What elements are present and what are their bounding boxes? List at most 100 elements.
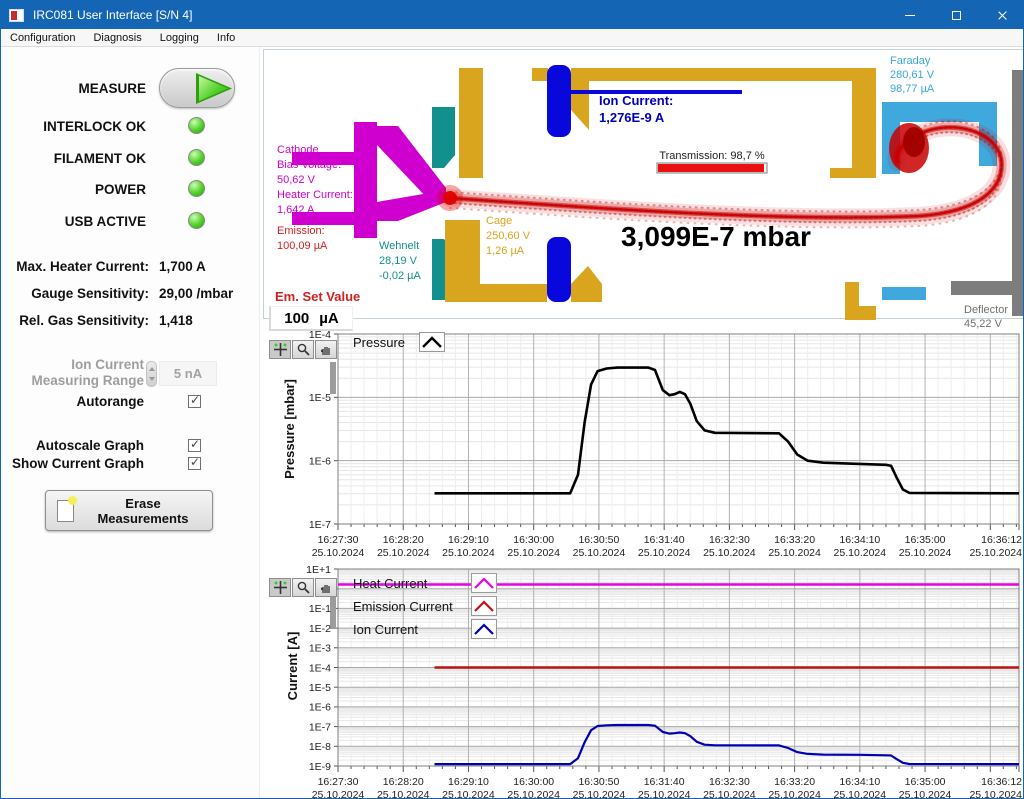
maximize-button[interactable] (933, 1, 979, 29)
control-panel: MEASURE INTERLOCK OK FILAMENT OK POWER U… (1, 47, 260, 799)
x-tick-time: 16:29:10 (448, 776, 489, 788)
pan-tool-button[interactable] (315, 340, 337, 359)
menu-bar: Configuration Diagnosis Logging Info (1, 29, 1024, 47)
range-spinner[interactable] (146, 361, 157, 387)
faraday-lower-bar (882, 287, 926, 300)
x-tick-time: 16:30:50 (578, 776, 619, 788)
current-axis-label: Current [A] (285, 586, 301, 746)
wehnelt-label: Wehnelt (379, 240, 419, 252)
menu-info[interactable]: Info (208, 30, 244, 46)
range-value[interactable]: 5 nA (159, 361, 217, 386)
x-tick-date: 25.10.2024 (834, 547, 887, 559)
ion-current-legend: Ion Current (353, 619, 497, 639)
max-heater-value: 1,700 A (159, 259, 206, 274)
gauge-sensitivity-label: Gauge Sensitivity: (1, 286, 149, 301)
x-tick-date: 25.10.2024 (969, 547, 1022, 559)
x-tick-time: 16:35:00 (905, 776, 946, 788)
x-tick-time: 16:29:10 (448, 534, 489, 546)
x-tick-date: 25.10.2024 (442, 789, 495, 799)
deflector-arm (951, 281, 1014, 295)
menu-configuration[interactable]: Configuration (1, 30, 84, 46)
transmission-bar-fill (658, 164, 764, 172)
range-label: Ion Current Measuring Range (1, 357, 144, 389)
x-tick-date: 25.10.2024 (442, 547, 495, 559)
usb-led (188, 212, 205, 229)
interlock-led (188, 117, 205, 134)
x-tick-time: 16:31:40 (644, 534, 685, 546)
y-tick-label: 1E-5 (309, 682, 331, 694)
measure-label: MEASURE (1, 81, 146, 96)
autorange-checkbox[interactable] (188, 395, 201, 408)
extractor-electrode-top (547, 65, 571, 137)
faraday-label: Faraday (890, 55, 931, 67)
pressure-graph-tools (269, 340, 337, 359)
pressure-legend-label: Pressure (353, 335, 405, 350)
svg-text:280,61 V: 280,61 V (890, 69, 935, 81)
svg-text:98,77 µA: 98,77 µA (890, 83, 935, 95)
cursor-tool-button[interactable] (269, 578, 291, 597)
transmission-label: Transmission: 98,7 % (659, 150, 765, 162)
y-tick-label: 1E-9 (309, 761, 331, 773)
x-tick-time: 16:28:20 (383, 534, 424, 546)
autoscale-checkbox[interactable] (188, 439, 201, 452)
heat-current-legend: Heat Current (353, 573, 497, 593)
y-tick-label: 1E-1 (309, 603, 331, 615)
pan-tool-button[interactable] (315, 578, 337, 597)
erase-measurements-button[interactable]: Erase Measurements (45, 490, 213, 531)
measure-toggle[interactable] (159, 68, 235, 108)
y-tick-label: 1E-6 (309, 702, 331, 714)
svg-text:1,642 A: 1,642 A (277, 204, 315, 216)
max-heater-label: Max. Heater Current: (1, 259, 149, 274)
ion-current-label: Ion Current: (599, 93, 673, 108)
y-tick-label: 1E-4 (309, 662, 331, 674)
y-tick-label: 1E-3 (309, 643, 331, 655)
svg-text:Bias Voltage:: Bias Voltage: (277, 159, 341, 171)
minimize-button[interactable] (887, 1, 933, 29)
y-tick-label: 1E-7 (309, 721, 331, 733)
x-tick-date: 25.10.2024 (899, 547, 952, 559)
x-tick-date: 25.10.2024 (703, 789, 756, 799)
zoom-tool-button[interactable] (292, 578, 314, 597)
cursor-tool-button[interactable] (269, 340, 291, 359)
current-graph-tools (269, 578, 337, 597)
x-tick-date: 25.10.2024 (507, 547, 560, 559)
x-tick-time: 16:36:12 (981, 776, 1022, 788)
x-tick-date: 25.10.2024 (573, 789, 626, 799)
svg-text:Heater Current:: Heater Current: (277, 189, 353, 201)
zoom-tool-button[interactable] (292, 340, 314, 359)
extractor-electrode-bottom (547, 237, 571, 302)
close-button[interactable] (979, 1, 1024, 29)
menu-logging[interactable]: Logging (151, 30, 208, 46)
cathode-electrode (292, 122, 446, 238)
x-tick-date: 25.10.2024 (768, 789, 821, 799)
window-title: IRC081 User Interface [S/N 4] (33, 8, 192, 22)
x-tick-date: 25.10.2024 (703, 547, 756, 559)
x-tick-time: 16:33:20 (774, 776, 815, 788)
x-tick-date: 25.10.2024 (638, 789, 691, 799)
svg-text:-0,02 µA: -0,02 µA (379, 270, 421, 282)
show-current-label: Show Current Graph (1, 456, 144, 471)
x-tick-date: 25.10.2024 (638, 547, 691, 559)
usb-label: USB ACTIVE (1, 214, 146, 229)
document-icon (57, 500, 74, 522)
svg-text:100,09 µA: 100,09 µA (277, 240, 328, 252)
x-tick-time: 16:27:30 (318, 534, 359, 546)
pressure-legend: Pressure (353, 332, 445, 352)
x-tick-time: 16:30:50 (578, 534, 619, 546)
menu-diagnosis[interactable]: Diagnosis (84, 30, 150, 46)
filament-led (188, 149, 205, 166)
maximize-icon (952, 11, 961, 20)
pressure-graph[interactable]: 1E-41E-51E-61E-716:27:3025.10.202416:28:… (263, 319, 1024, 561)
interlock-label: INTERLOCK OK (1, 119, 146, 134)
y-tick-label: 1E-7 (309, 519, 331, 531)
y-tick-label: 1E-6 (309, 455, 331, 467)
y-tick-label: 1E-5 (309, 392, 331, 404)
y-tick-label: 1E+1 (306, 564, 331, 576)
rel-gas-sensitivity-value: 1,418 (159, 313, 193, 328)
show-current-checkbox[interactable] (188, 457, 201, 470)
app-window: IRC081 User Interface [S/N 4] Configurat… (0, 0, 1024, 799)
y-tick-label: 1E-8 (309, 741, 331, 753)
schematic-drawing: Cathode Bias Voltage: 50,62 V Heater Cur… (264, 50, 1023, 318)
x-tick-time: 16:28:20 (383, 776, 424, 788)
pressure-legend-sample[interactable] (419, 332, 445, 352)
